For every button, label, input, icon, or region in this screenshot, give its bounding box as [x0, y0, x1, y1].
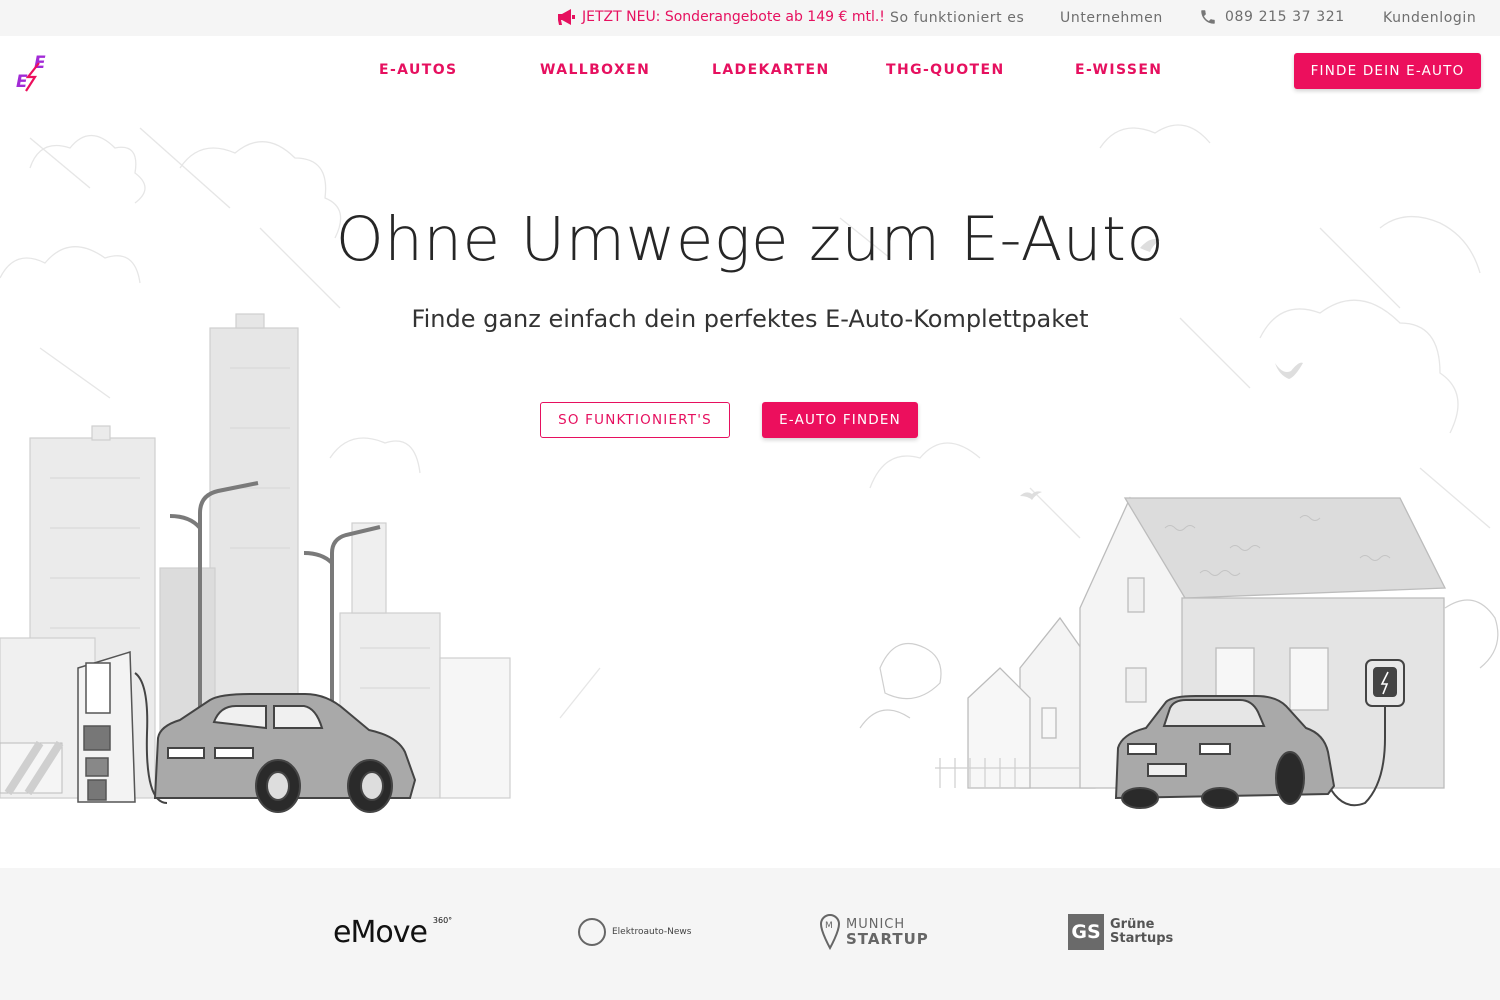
customer-login-link[interactable]: Kundenlogin [1383, 10, 1476, 26]
logo[interactable]: E E [14, 53, 54, 93]
find-ev-button[interactable]: E-AUTO FINDEN [762, 402, 918, 438]
elektroauto-news-logo[interactable]: Elektroauto-News [578, 912, 691, 952]
promo-link[interactable]: JETZT NEU: Sonderangebote ab 149 € mtl.! [556, 8, 885, 26]
press-logos-section: eMove 360° Elektroauto-News M MUNICH STA… [0, 868, 1500, 1000]
phone-icon [1201, 10, 1215, 24]
how-it-works-button[interactable]: SO FUNKTIONIERT'S [540, 402, 730, 438]
gs-box: GS [1068, 914, 1104, 950]
map-pin-icon: M [820, 914, 840, 950]
nav-item-e-wissen[interactable]: E-WISSEN [1075, 62, 1162, 78]
logo-icon: E E [16, 53, 46, 92]
emove-logo-sup: 360° [432, 915, 453, 925]
phone-link[interactable]: 089 215 37 321 [1199, 8, 1345, 26]
nav-item-wallboxen[interactable]: WALLBOXEN [540, 62, 650, 78]
business-link[interactable]: Unternehmen [1060, 10, 1163, 26]
nav-item-e-autos[interactable]: E-AUTOS [379, 62, 457, 78]
svg-text:E: E [34, 53, 46, 73]
car-circle-icon [578, 918, 606, 946]
find-ev-cta-button[interactable]: FINDE DEIN E-AUTO [1294, 53, 1481, 89]
emove-logo[interactable]: eMove 360° [333, 912, 452, 952]
startup-text: STARTUP [846, 930, 929, 948]
startups-text: Startups [1110, 931, 1174, 946]
munich-startup-logo[interactable]: M MUNICH STARTUP [820, 912, 929, 952]
how-it-works-link[interactable]: So funktioniert es [890, 10, 1024, 26]
gruene-text: Grüne [1110, 917, 1155, 932]
emove-logo-text: eMove [333, 914, 428, 950]
svg-text:M: M [825, 921, 833, 931]
hero-section: Ohne Umwege zum E-Auto Finde ganz einfac… [0, 108, 1500, 868]
gruene-startups-logo[interactable]: GS Grüne Startups [1068, 912, 1173, 952]
hero-subtitle: Finde ganz einfach dein perfektes E-Auto… [411, 305, 1089, 333]
top-utility-bar: JETZT NEU: Sonderangebote ab 149 € mtl.!… [0, 0, 1500, 36]
nav-item-ladekarten[interactable]: LADEKARTEN [712, 62, 830, 78]
phone-number: 089 215 37 321 [1225, 9, 1345, 25]
promo-text: JETZT NEU: Sonderangebote ab 149 € mtl.! [582, 9, 885, 25]
megaphone-icon [558, 9, 575, 25]
main-navbar: E E E-AUTOS WALLBOXEN LADEKARTEN THG-QUO… [0, 36, 1500, 108]
hero-title: Ohne Umwege zum E-Auto [335, 204, 1165, 275]
elektroauto-news-text: Elektroauto-News [612, 927, 692, 937]
nav-item-thg-quoten[interactable]: THG-QUOTEN [886, 62, 1005, 78]
